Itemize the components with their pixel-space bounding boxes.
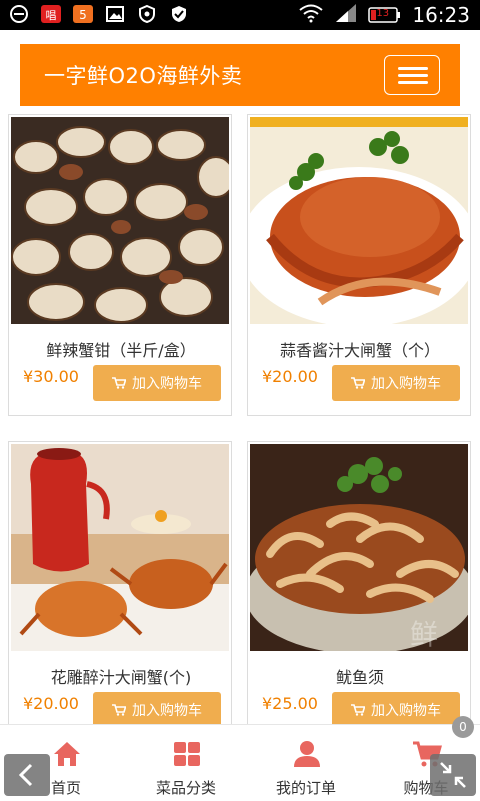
add-to-cart-button[interactable]: 加入购物车 <box>93 365 221 401</box>
add-to-cart-label: 加入购物车 <box>371 703 441 719</box>
shrink-icon <box>440 762 466 788</box>
add-to-cart-label: 加入购物车 <box>132 703 202 719</box>
nav-label-categories: 菜品分类 <box>155 779 216 797</box>
home-icon <box>54 742 80 766</box>
cart-icon <box>351 377 365 389</box>
chevron-left-icon <box>18 763 33 787</box>
nav-label-orders: 我的订单 <box>275 779 336 797</box>
nav-item-orders[interactable]: 我的订单 <box>246 725 366 801</box>
nav-item-categories[interactable]: 菜品分类 <box>126 725 246 801</box>
svg-text:鲜: 鲜 <box>410 618 438 651</box>
product-price: ¥25.00 <box>262 694 318 713</box>
cart-icon <box>351 704 365 716</box>
cart-icon <box>112 704 126 716</box>
product-image-garlic-crab[interactable] <box>250 117 468 324</box>
product-card: 蒜香酱汁大闸蟹（个） ¥20.00 加入购物车 <box>247 114 471 416</box>
product-price: ¥20.00 <box>262 367 318 386</box>
product-image-squid[interactable]: 鲜 <box>250 444 468 651</box>
back-button[interactable] <box>4 754 50 796</box>
user-icon <box>294 741 320 767</box>
fullscreen-button[interactable] <box>430 754 476 796</box>
product-title[interactable]: 蒜香酱汁大闸蟹（个） <box>248 337 472 361</box>
grid-icon <box>174 742 200 766</box>
product-price: ¥20.00 <box>23 694 79 713</box>
product-title[interactable]: 鱿鱼须 <box>248 664 472 688</box>
cart-icon <box>112 377 126 389</box>
product-price: ¥30.00 <box>23 367 79 386</box>
product-card: 鲜 鱿鱼须 ¥25.00 加入购物车 <box>247 441 471 731</box>
add-to-cart-button[interactable]: 加入购物车 <box>332 692 460 728</box>
product-card: 花雕醉汁大闸蟹(个) ¥20.00 加入购物车 <box>8 441 232 731</box>
bottom-nav: 首页 菜品分类 我的订单 购物车 <box>0 724 480 801</box>
product-card: 鲜辣蟹钳（半斤/盒） ¥30.00 加入购物车 <box>8 114 232 416</box>
add-to-cart-label: 加入购物车 <box>132 376 202 392</box>
product-title[interactable]: 鲜辣蟹钳（半斤/盒） <box>9 337 233 361</box>
product-image-drunken-crab[interactable] <box>11 444 229 651</box>
cart-count-badge: 0 <box>452 716 474 738</box>
add-to-cart-button[interactable]: 加入购物车 <box>93 692 221 728</box>
product-title[interactable]: 花雕醉汁大闸蟹(个) <box>9 664 233 688</box>
product-grid: 鲜辣蟹钳（半斤/盒） ¥30.00 加入购物车 蒜香酱汁大闸蟹（个） ¥20.0… <box>0 0 480 800</box>
add-to-cart-button[interactable]: 加入购物车 <box>332 365 460 401</box>
product-image-crab-claws[interactable] <box>11 117 229 324</box>
add-to-cart-label: 加入购物车 <box>371 376 441 392</box>
